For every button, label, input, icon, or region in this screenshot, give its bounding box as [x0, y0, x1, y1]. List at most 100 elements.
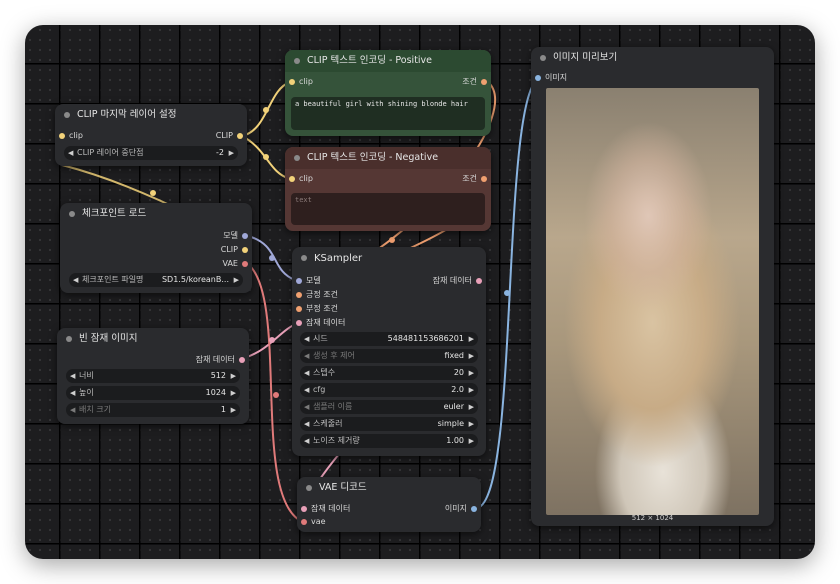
increment-arrow-icon[interactable]: ▶ — [469, 366, 474, 380]
input-positive[interactable]: 긍정 조건 — [296, 288, 338, 302]
increment-arrow-icon[interactable]: ▶ — [229, 146, 234, 160]
input-clip[interactable]: clip — [289, 172, 313, 186]
socket-icon[interactable] — [481, 79, 487, 85]
increment-arrow-icon[interactable]: ▶ — [234, 273, 239, 287]
clip-layer-stop-widget[interactable]: ◀ CLIP 레이어 중단점 -2 ▶ — [64, 146, 238, 160]
increment-arrow-icon[interactable]: ▶ — [231, 386, 236, 400]
socket-icon[interactable] — [476, 278, 482, 284]
socket-icon[interactable] — [301, 506, 307, 512]
ksampler-node[interactable]: KSampler 모델 잠재 데이터 긍정 조건 부정 조건 잠재 데이터 ◀ … — [292, 247, 486, 456]
output-latent[interactable]: 잠재 데이터 — [196, 353, 245, 367]
collapse-dot-icon[interactable] — [306, 485, 312, 491]
increment-arrow-icon[interactable]: ▶ — [469, 417, 474, 431]
node-header[interactable]: KSampler — [292, 247, 486, 271]
decrement-arrow-icon[interactable]: ◀ — [73, 273, 78, 287]
clip-positive-node[interactable]: CLIP 텍스트 인코딩 - Positive clip 조건 a beauti… — [285, 50, 491, 136]
width-widget[interactable]: ◀ 너비 512 ▶ — [66, 369, 240, 383]
socket-icon[interactable] — [301, 519, 307, 525]
scheduler-widget[interactable]: ◀ 스케줄러 simple ▶ — [300, 417, 478, 431]
decrement-arrow-icon[interactable]: ◀ — [70, 403, 75, 417]
input-model[interactable]: 모델 — [296, 274, 321, 288]
socket-icon[interactable] — [289, 176, 295, 182]
decrement-arrow-icon[interactable]: ◀ — [304, 434, 309, 448]
decrement-arrow-icon[interactable]: ◀ — [304, 417, 309, 431]
socket-icon[interactable] — [242, 247, 248, 253]
decrement-arrow-icon[interactable]: ◀ — [304, 366, 309, 380]
collapse-dot-icon[interactable] — [294, 155, 300, 161]
steps-widget[interactable]: ◀ 스텝수 20 ▶ — [300, 366, 478, 380]
collapse-dot-icon[interactable] — [66, 336, 72, 342]
increment-arrow-icon[interactable]: ▶ — [469, 332, 474, 346]
socket-icon[interactable] — [242, 261, 248, 267]
socket-icon[interactable] — [237, 133, 243, 139]
collapse-dot-icon[interactable] — [294, 58, 300, 64]
decrement-arrow-icon[interactable]: ◀ — [70, 386, 75, 400]
socket-icon[interactable] — [296, 292, 302, 298]
clip-last-layer-node[interactable]: CLIP 마지막 레이어 설정 clip CLIP ◀ CLIP 레이어 중단점… — [55, 104, 247, 166]
control-after-generate-widget[interactable]: ◀ 생성 후 제어 fixed ▶ — [300, 349, 478, 363]
vae-decode-node[interactable]: VAE 디코드 잠재 데이터 이미지 vae — [297, 477, 481, 532]
collapse-dot-icon[interactable] — [540, 55, 546, 61]
output-conditioning[interactable]: 조건 — [462, 172, 487, 186]
increment-arrow-icon[interactable]: ▶ — [469, 349, 474, 363]
output-conditioning[interactable]: 조건 — [462, 75, 487, 89]
decrement-arrow-icon[interactable]: ◀ — [68, 146, 73, 160]
socket-icon[interactable] — [239, 357, 245, 363]
increment-arrow-icon[interactable]: ▶ — [469, 434, 474, 448]
socket-icon[interactable] — [481, 176, 487, 182]
collapse-dot-icon[interactable] — [301, 255, 307, 261]
node-header[interactable]: CLIP 텍스트 인코딩 - Negative — [285, 147, 491, 169]
clip-negative-node[interactable]: CLIP 텍스트 인코딩 - Negative clip 조건 text — [285, 147, 491, 231]
input-image[interactable]: 이미지 — [535, 71, 567, 85]
input-vae[interactable]: vae — [301, 515, 326, 529]
cfg-widget[interactable]: ◀ cfg 2.0 ▶ — [300, 383, 478, 397]
collapse-dot-icon[interactable] — [69, 211, 75, 217]
output-clip[interactable]: CLIP — [216, 129, 243, 143]
node-header[interactable]: CLIP 마지막 레이어 설정 — [55, 104, 247, 126]
seed-widget[interactable]: ◀ 시드 548481153686201 ▶ — [300, 332, 478, 346]
checkpoint-loader-node[interactable]: 체크포인트 로드 모델 CLIP VAE ◀ 체크포인트 파일명 SD1.5/k… — [60, 203, 252, 293]
socket-icon[interactable] — [296, 306, 302, 312]
node-header[interactable]: VAE 디코드 — [297, 477, 481, 499]
node-header[interactable]: 체크포인트 로드 — [60, 203, 252, 225]
socket-icon[interactable] — [471, 506, 477, 512]
socket-icon[interactable] — [296, 278, 302, 284]
socket-icon[interactable] — [242, 233, 248, 239]
prompt-textarea[interactable]: a beautiful girl with shining blonde hai… — [291, 97, 485, 130]
output-model[interactable]: 모델 — [223, 229, 248, 243]
preview-image[interactable] — [546, 88, 759, 515]
node-header[interactable]: CLIP 텍스트 인코딩 - Positive — [285, 50, 491, 72]
node-header[interactable]: 이미지 미리보기 — [531, 47, 774, 69]
node-header[interactable]: 빈 잠재 이미지 — [57, 328, 249, 350]
increment-arrow-icon[interactable]: ▶ — [469, 400, 474, 414]
decrement-arrow-icon[interactable]: ◀ — [70, 369, 75, 383]
empty-latent-node[interactable]: 빈 잠재 이미지 잠재 데이터 ◀ 너비 512 ▶ ◀ 높이 1024 ▶ ◀… — [57, 328, 249, 424]
preview-image-node[interactable]: 이미지 미리보기 이미지 512 × 1024 — [531, 47, 774, 526]
prompt-textarea[interactable]: text — [291, 193, 485, 225]
height-widget[interactable]: ◀ 높이 1024 ▶ — [66, 386, 240, 400]
socket-icon[interactable] — [535, 75, 541, 81]
collapse-dot-icon[interactable] — [64, 112, 70, 118]
input-latent[interactable]: 잠재 데이터 — [296, 316, 345, 330]
output-image[interactable]: 이미지 — [445, 502, 477, 516]
socket-icon[interactable] — [296, 320, 302, 326]
increment-arrow-icon[interactable]: ▶ — [231, 403, 236, 417]
output-latent[interactable]: 잠재 데이터 — [433, 274, 482, 288]
batch-size-widget[interactable]: ◀ 배치 크기 1 ▶ — [66, 403, 240, 417]
denoise-widget[interactable]: ◀ 노이즈 제거량 1.00 ▶ — [300, 434, 478, 448]
checkpoint-file-widget[interactable]: ◀ 체크포인트 파일명 SD1.5/koreanB... ▶ — [69, 273, 243, 287]
socket-icon[interactable] — [59, 133, 65, 139]
input-clip[interactable]: clip — [289, 75, 313, 89]
sampler-name-widget[interactable]: ◀ 샘플러 이름 euler ▶ — [300, 400, 478, 414]
output-clip[interactable]: CLIP — [221, 243, 248, 257]
decrement-arrow-icon[interactable]: ◀ — [304, 400, 309, 414]
decrement-arrow-icon[interactable]: ◀ — [304, 383, 309, 397]
increment-arrow-icon[interactable]: ▶ — [469, 383, 474, 397]
input-latent[interactable]: 잠재 데이터 — [301, 502, 350, 516]
input-clip[interactable]: clip — [59, 129, 83, 143]
output-vae[interactable]: VAE — [223, 257, 248, 271]
socket-icon[interactable] — [289, 79, 295, 85]
decrement-arrow-icon[interactable]: ◀ — [304, 332, 309, 346]
decrement-arrow-icon[interactable]: ◀ — [304, 349, 309, 363]
increment-arrow-icon[interactable]: ▶ — [231, 369, 236, 383]
